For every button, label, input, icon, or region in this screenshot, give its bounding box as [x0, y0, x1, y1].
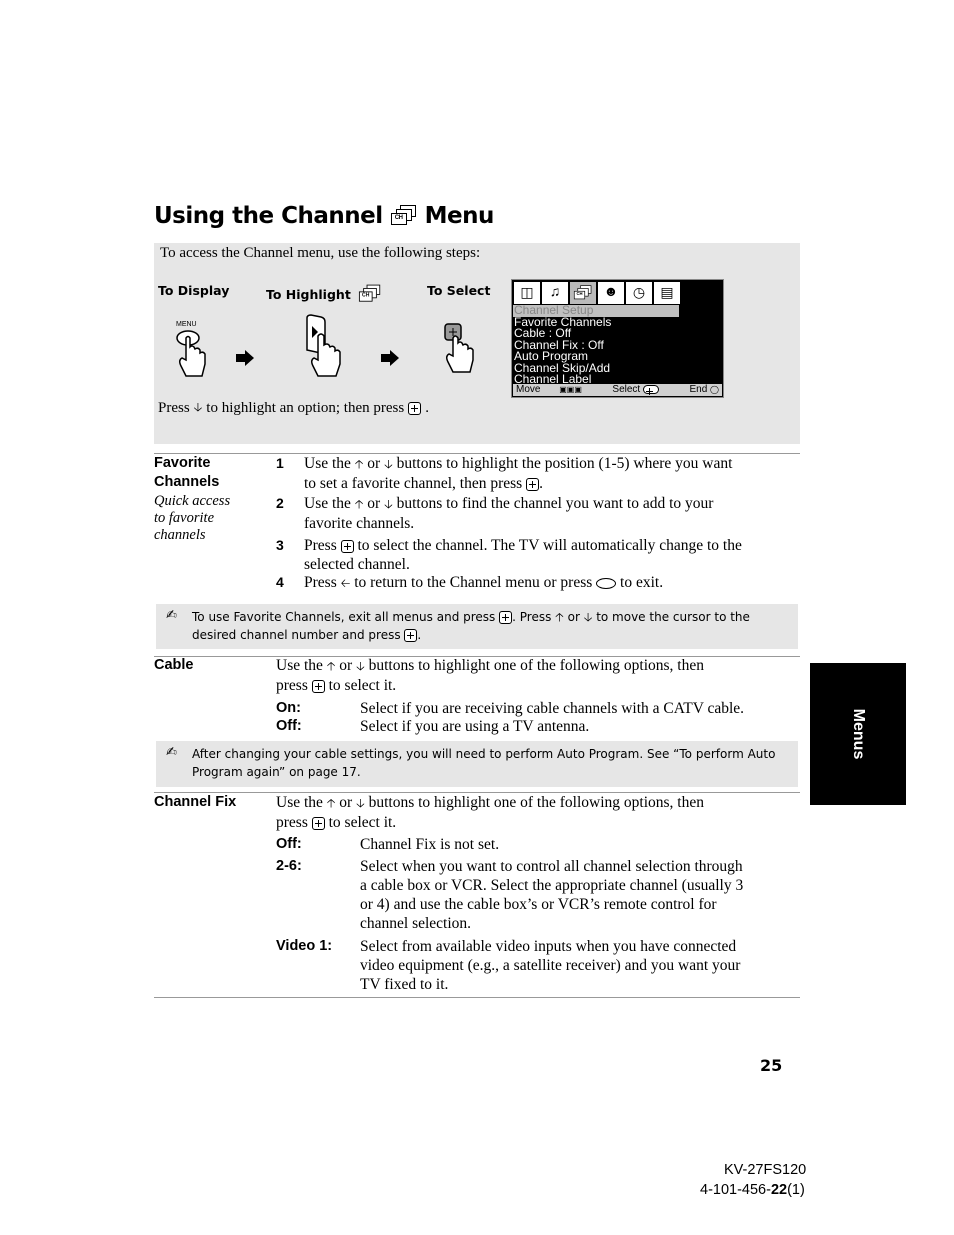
note-box: ✍ After changing your cable settings, yo… — [156, 741, 798, 787]
model-number: KV-27FS120 — [724, 1162, 807, 1178]
osd-menu-list: Channel Setup Favorite Channels Cable : … — [513, 304, 679, 386]
section-tab: Menus — [810, 663, 906, 805]
to-select-heading: To Select — [427, 283, 491, 298]
arrow-down-icon: 🡣 — [356, 796, 365, 810]
arrow-up-icon: 🡡 — [326, 796, 336, 810]
step-text: Use the 🡡 or 🡣 buttons to highlight the … — [304, 455, 733, 492]
option-key: Off: — [276, 836, 302, 852]
select-button-icon — [311, 816, 325, 830]
arrow-up-icon: 🡡 — [354, 457, 364, 471]
osd-footer-end: End ◯ — [689, 384, 719, 395]
page-number: 25 — [760, 1056, 783, 1075]
press-suffix: . — [425, 400, 429, 416]
note-text: To use Favorite Channels, exit all menus… — [192, 610, 750, 642]
move-arrows-icon: ▣▣▣ — [559, 385, 582, 394]
arrow-up-icon: 🡡 — [354, 497, 364, 511]
arrow-left-icon: 🡠 — [340, 576, 351, 590]
select-button-icon — [526, 477, 540, 491]
osd-footer-move: Move ▣▣▣ — [516, 384, 582, 395]
document-code: 4-101-456-22(1) — [700, 1182, 805, 1198]
channel-menu-icon: CH — [358, 284, 381, 304]
favorite-channels-label: Favorite Channels — [154, 455, 220, 490]
osd-footer-select: Select — [612, 384, 659, 396]
parent-icon: ☻ — [598, 282, 624, 304]
channel-menu-icon: CH — [390, 205, 417, 227]
arrow-up-icon: 🡡 — [326, 659, 336, 673]
arrow-down-icon: 🡣 — [356, 659, 365, 673]
to-highlight-label: To Highlight — [266, 286, 351, 302]
step-number: 2 — [276, 495, 284, 511]
option-desc: Select if you are receiving cable channe… — [360, 700, 745, 717]
arrow-down-icon: 🡣 — [384, 497, 393, 511]
step-text: Press to select the channel. The TV will… — [304, 537, 742, 573]
step-text: Press 🡠 to return to the Channel menu or… — [304, 574, 664, 591]
to-highlight-heading: To Highlight CH — [266, 283, 383, 305]
cable-label: Cable — [154, 657, 194, 673]
channel-fix-intro: Use the 🡡 or 🡣 buttons to highlight one … — [276, 794, 704, 831]
arrow-down-icon: 🡣 — [583, 610, 593, 624]
step-number: 4 — [276, 574, 284, 590]
arrow-right-icon — [236, 350, 254, 366]
arrow-down-icon: 🡣 — [384, 457, 393, 471]
option-desc: Select if you are using a TV antenna. — [360, 718, 590, 735]
option-key: On: — [276, 700, 301, 716]
option-desc: Select from available video inputs when … — [360, 938, 741, 993]
select-button-icon — [340, 539, 354, 553]
step-text: Use the 🡡 or 🡣 buttons to find the chann… — [304, 495, 714, 532]
menu-key-icon: ◯ — [710, 385, 719, 394]
page-title: Using the Channel CH Menu — [154, 203, 494, 229]
arrow-up-icon: 🡡 — [555, 610, 564, 624]
audio-icon: ♫ — [542, 282, 568, 304]
section-tab-label: Menus — [850, 708, 867, 760]
press-prefix: Press — [158, 400, 190, 416]
option-desc: Channel Fix is not set. — [360, 836, 500, 853]
step-number: 1 — [276, 455, 284, 471]
select-button-icon — [408, 402, 422, 415]
hand-press-select-icon — [444, 323, 474, 373]
channel-fix-label: Channel Fix — [154, 794, 237, 810]
menu-key-label: MENU — [176, 321, 197, 328]
favorite-channels-subtitle: Quick access to favorite channels — [154, 493, 231, 543]
steps-intro: To access the Channel menu, use the foll… — [160, 245, 481, 261]
option-key: Off: — [276, 718, 302, 734]
option-key: Video 1: — [276, 938, 333, 954]
channel-icon: CH — [570, 282, 596, 304]
osd-icon-bar: ◫ ♫ CH ☻ ◷ ▤ — [514, 282, 680, 304]
note-pen-icon: ✍ — [166, 608, 177, 623]
title-text-end: Menu — [424, 203, 495, 229]
select-button-icon — [404, 629, 418, 642]
option-key: 2-6: — [276, 858, 302, 874]
picture-icon: ◫ — [514, 282, 540, 304]
note-box: ✍ To use Favorite Channels, exit all men… — [156, 604, 798, 649]
press-middle: to highlight an option; then press — [206, 400, 405, 416]
cable-intro: Use the 🡡 or 🡣 buttons to highlight one … — [276, 657, 704, 694]
menu-key-icon — [596, 577, 617, 589]
hand-press-menu-icon — [176, 330, 206, 377]
select-button-icon — [311, 679, 325, 693]
osd-channel-menu: ◫ ♫ CH ☻ ◷ ▤ Channel Setup Favorite Chan… — [511, 279, 724, 398]
step-number: 3 — [276, 537, 284, 553]
timer-icon: ◷ — [626, 282, 652, 304]
select-button-icon — [642, 384, 659, 395]
note-text: After changing your cable settings, you … — [192, 747, 776, 779]
to-display-heading: To Display — [158, 283, 230, 298]
note-pen-icon: ✍ — [166, 745, 177, 760]
press-instruction: Press 🡣 to highlight an option; then pre… — [158, 398, 429, 419]
option-desc: Select when you want to control all chan… — [360, 858, 744, 932]
divider — [154, 997, 800, 998]
select-button-icon — [499, 611, 513, 624]
arrow-down-icon: 🡣 — [193, 400, 203, 414]
setup-icon: ▤ — [654, 282, 680, 304]
arrow-right-icon — [381, 350, 399, 366]
osd-footer: Move ▣▣▣ Select End ◯ — [513, 384, 722, 396]
title-text-start: Using the Channel — [154, 203, 383, 229]
hand-press-arrow-icon — [306, 314, 341, 377]
